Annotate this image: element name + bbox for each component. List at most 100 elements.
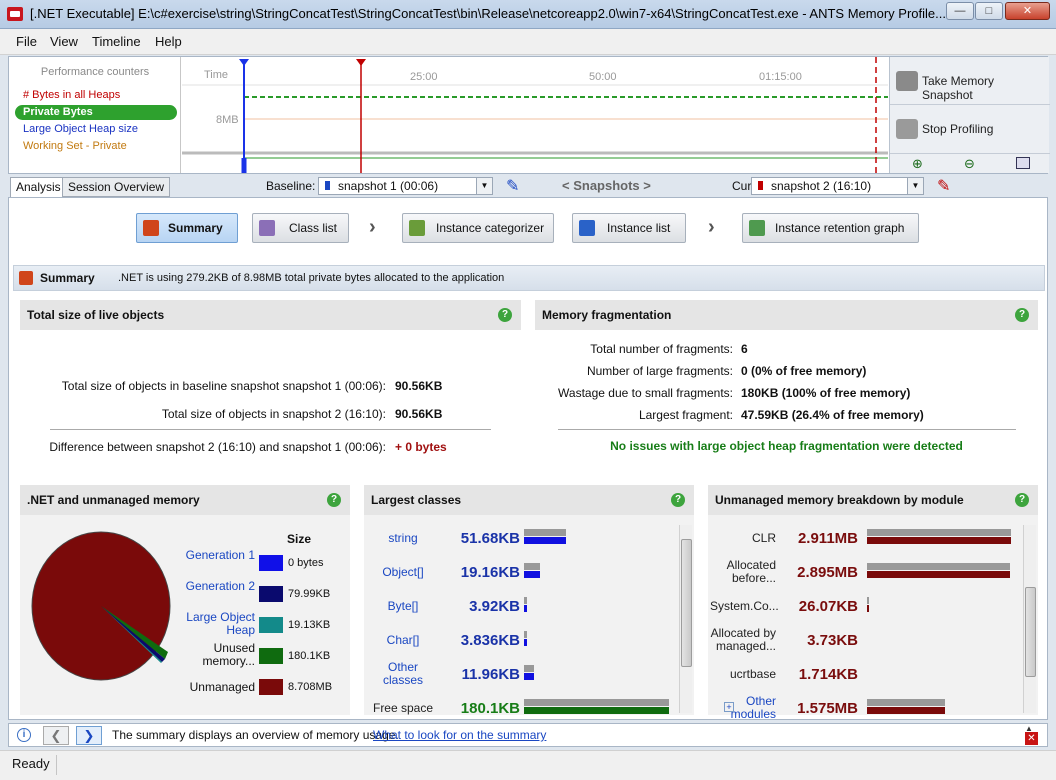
chart-icon	[143, 220, 159, 236]
divider	[50, 429, 491, 430]
legend-size: 8.708MB	[288, 681, 333, 693]
module-size: 1.714KB	[798, 666, 858, 683]
tab-session-overview[interactable]: Session Overview	[62, 177, 171, 197]
legend-swatch	[259, 617, 283, 633]
zoom-in-icon[interactable]: ⊕	[912, 156, 923, 172]
expand-icon[interactable]: +	[724, 702, 734, 712]
maximize-button[interactable]: □	[975, 2, 1003, 20]
baseline-size-bar	[867, 597, 869, 604]
counter-private-bytes[interactable]: Private Bytes	[15, 105, 177, 120]
legend-label: Generation 2	[185, 579, 255, 593]
class-name[interactable]: Other classes	[368, 661, 438, 687]
unmanaged-body: CLR 2.911MB Allocated before... 2.895MB Syst…	[708, 515, 1038, 721]
help-icon[interactable]: ?	[498, 308, 512, 322]
timeline-panel: Performance counters # Bytes in all Heap…	[8, 56, 1050, 174]
module-size: 3.73KB	[807, 632, 858, 649]
legend-swatch	[259, 648, 283, 664]
camera-icon	[896, 71, 918, 91]
class-size: 51.68KB	[460, 530, 520, 547]
edit-baseline-icon[interactable]: ✎	[506, 176, 519, 196]
unmanaged-list: CLR 2.911MB Allocated before... 2.895MB Syst…	[708, 515, 1023, 721]
menu-help[interactable]: Help	[155, 34, 182, 49]
help-icon[interactable]: ?	[1015, 308, 1029, 322]
status-text: Ready	[12, 756, 50, 771]
take-snapshot-button[interactable]: Take Memory Snapshot	[892, 61, 1047, 102]
counter-bytes-in-heaps[interactable]: # Bytes in all Heaps	[15, 88, 177, 103]
current-size-bar	[524, 673, 534, 680]
summary-nav-button[interactable]: Summary	[136, 213, 238, 243]
counter-working-set[interactable]: Working Set - Private	[15, 139, 177, 154]
baseline-size-bar	[524, 563, 540, 570]
help-icon[interactable]: ?	[327, 493, 341, 507]
next-tip-button[interactable]: ❯	[76, 726, 102, 745]
class-list-label: Class list	[289, 221, 338, 235]
instance-list-button[interactable]: Instance list	[572, 213, 686, 243]
memory-pie-chart	[31, 531, 171, 681]
module-size: 26.07KB	[798, 598, 858, 615]
class-name[interactable]: string	[368, 532, 438, 545]
baseline-size-bar	[524, 529, 566, 536]
unmanaged-title: Unmanaged memory breakdown by module	[715, 493, 964, 507]
window-title: [.NET Executable] E:\c#exercise\string\S…	[30, 6, 946, 21]
legend-size: 180.1KB	[288, 650, 331, 662]
class-list-button[interactable]: Class list	[252, 213, 349, 243]
menu-timeline[interactable]: Timeline	[92, 34, 141, 49]
profiling-buttons: Take Memory Snapshot Stop Profiling ⊕ ⊖	[889, 57, 1050, 173]
module-name: Allocated before...	[726, 558, 776, 585]
help-icon[interactable]: ?	[671, 493, 685, 507]
net-memory-title: .NET and unmanaged memory	[27, 493, 200, 507]
title-bar: [.NET Executable] E:\c#exercise\string\S…	[0, 0, 1056, 29]
stop-profiling-label: Stop Profiling	[922, 122, 994, 136]
net-memory-header: .NET and unmanaged memory ?	[20, 485, 350, 515]
class-name[interactable]: Char[]	[368, 634, 438, 647]
snapshots-navigator[interactable]: < Snapshots >	[562, 178, 651, 193]
size-column-header: Size	[287, 532, 312, 546]
scrollbar-thumb[interactable]	[681, 539, 692, 667]
fit-to-window-icon[interactable]	[1016, 157, 1030, 169]
status-bar: Ready	[0, 750, 1056, 780]
previous-tip-button[interactable]: ❮	[43, 726, 69, 745]
stop-profiling-button[interactable]: Stop Profiling	[892, 109, 1047, 147]
baseline-size-bar	[867, 563, 1010, 570]
tip-link[interactable]: What to look for on the summary	[373, 728, 546, 742]
menu-view[interactable]: View	[50, 34, 78, 49]
class-size: 11.96KB	[461, 666, 520, 683]
current-size-bar	[524, 571, 540, 578]
unmanaged-scrollbar[interactable]	[1023, 525, 1036, 713]
largest-classes-title: Largest classes	[371, 493, 462, 507]
current-size-bar	[524, 605, 528, 612]
current-dropdown[interactable]: snapshot 2 (16:10) ▼	[751, 177, 924, 195]
baseline-size-bar	[867, 529, 1011, 536]
counter-loh-size[interactable]: Large Object Heap size	[15, 122, 177, 137]
largest-fragment-value: 47.59KB (26.4% of free memory)	[741, 408, 924, 422]
unmanaged-header: Unmanaged memory breakdown by module ?	[708, 485, 1038, 515]
zoom-out-icon[interactable]: ⊖	[964, 156, 975, 172]
time-axis-label: Time	[204, 69, 229, 81]
close-tip-icon[interactable]: ✕	[1025, 732, 1038, 745]
tick-label: 01:15:00	[759, 71, 802, 83]
legend-size: 79.99KB	[288, 588, 331, 600]
minimize-button[interactable]: —	[946, 2, 974, 20]
menu-file[interactable]: File	[16, 34, 37, 49]
class-name[interactable]: Byte[]	[368, 600, 438, 613]
baseline-size-bar	[524, 631, 527, 638]
edit-current-icon[interactable]: ✎	[937, 176, 950, 196]
baseline-dropdown[interactable]: snapshot 1 (00:06) ▼	[318, 177, 493, 195]
close-button[interactable]: ✕	[1005, 2, 1050, 20]
class-size: 19.16KB	[460, 564, 520, 581]
help-icon[interactable]: ?	[1015, 493, 1029, 507]
instance-categorizer-button[interactable]: Instance categorizer	[402, 213, 554, 243]
legend-size: 19.13KB	[288, 619, 331, 631]
scrollbar-thumb[interactable]	[1025, 587, 1036, 677]
large-fragments-value: 0 (0% of free memory)	[741, 364, 867, 378]
timeline-graph[interactable]: Time 8MB 25:00 50:00 01:15:00	[182, 57, 888, 173]
largest-classes-scrollbar[interactable]	[679, 525, 692, 713]
tab-analysis[interactable]: Analysis	[10, 177, 67, 197]
live-objects-header: Total size of live objects ?	[20, 300, 521, 330]
retention-graph-button[interactable]: Instance retention graph	[742, 213, 919, 243]
module-size: 1.575MB	[797, 700, 858, 717]
class-name[interactable]: Object[]	[368, 566, 438, 579]
other-modules-expander[interactable]: Other modules	[710, 695, 776, 721]
snapshot-icon	[758, 181, 763, 190]
take-snapshot-label: Take Memory Snapshot	[922, 74, 995, 102]
